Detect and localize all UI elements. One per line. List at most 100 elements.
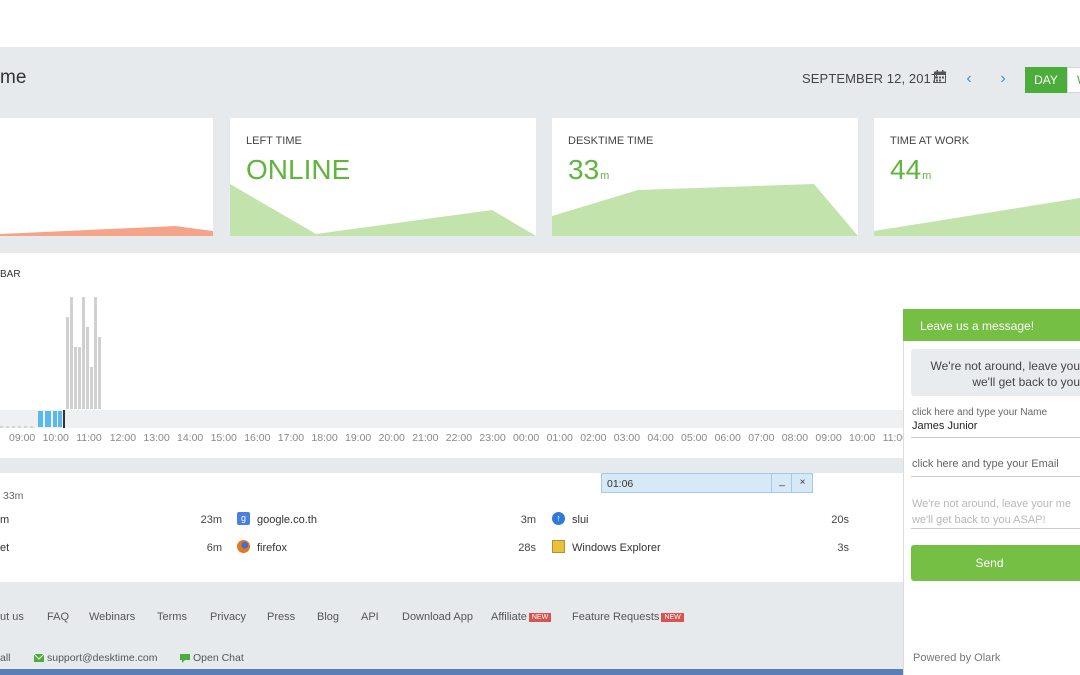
windows-explorer-icon <box>552 540 565 553</box>
footer-link-webinars[interactable]: Webinars <box>89 611 135 623</box>
footer-link-about[interactable]: ut us <box>0 611 24 623</box>
activity-bar <box>70 297 73 409</box>
active-segment <box>45 411 51 427</box>
activity-bar <box>66 317 69 409</box>
timeline-hour-label: 06:00 <box>714 432 741 444</box>
chat-notice: We're not around, leave you we'll get bac… <box>930 359 1080 389</box>
timeline-hour-label: 11:00 <box>76 432 102 444</box>
timeline-hour-label: 18:00 <box>311 432 338 444</box>
activity-bar <box>78 347 81 409</box>
activity-bar <box>94 297 97 409</box>
chat-icon <box>180 654 190 663</box>
timeline-hour-label: 22:00 <box>445 432 473 444</box>
card-label: TIME AT WORK <box>890 135 970 147</box>
app-name: m <box>0 514 10 526</box>
stat-card-arrival <box>0 118 213 236</box>
card-label: DESKTIME TIME <box>568 135 654 147</box>
timeline-hour-label: 20:00 <box>378 432 405 444</box>
app-name[interactable]: firefox <box>257 542 287 554</box>
app-time: 28s <box>518 542 536 554</box>
calendar-icon[interactable] <box>934 70 946 83</box>
card-value: ONLINE <box>246 154 351 185</box>
activity-bar <box>98 337 101 409</box>
timeline-hour-label: 13:00 <box>143 432 170 444</box>
date-label[interactable]: SEPTEMBER 12, 2017 <box>802 71 938 86</box>
timeline-hour-label: 17:00 <box>277 432 305 444</box>
week-view-button[interactable]: W <box>1067 67 1080 93</box>
activity-bar <box>90 367 93 409</box>
google-icon: g <box>237 512 250 525</box>
timeline-hour-label: 04:00 <box>647 432 674 444</box>
app-name[interactable]: slui <box>572 514 589 526</box>
footer-link-api[interactable]: API <box>361 611 379 623</box>
timeline-hour-label: 07:00 <box>748 432 775 444</box>
app-time: 3s <box>837 542 849 554</box>
name-field-underline <box>911 437 1080 438</box>
footer-link-blog[interactable]: Blog <box>317 611 339 623</box>
timeline-hour-label: 19:00 <box>345 432 372 444</box>
timeline-hour-label: 05:00 <box>681 432 708 444</box>
timeline-hour-label: 21:00 <box>412 432 439 444</box>
footer-link-terms[interactable]: Terms <box>157 611 187 623</box>
activity-bar <box>86 327 89 409</box>
message-field[interactable]: We're not around, leave your me we'll get… <box>912 496 1080 528</box>
card-value: 44m <box>890 154 932 185</box>
footer-open-chat[interactable]: Open Chat <box>193 652 244 664</box>
timeline-hour-label: 03:00 <box>613 432 641 444</box>
app-time: 23m <box>200 514 222 526</box>
footer-link-press[interactable]: Press <box>267 611 295 623</box>
email-field-underline <box>911 476 1080 477</box>
footer-contact-call[interactable]: all <box>0 652 11 664</box>
arrival-chart <box>0 226 213 236</box>
name-caption: click here and type your Name <box>912 407 1048 418</box>
close-icon[interactable]: × <box>791 474 813 492</box>
timeline-hour-label: 09:00 <box>9 432 36 444</box>
send-button[interactable]: Send <box>911 545 1080 581</box>
slui-icon: ↑ <box>552 512 565 525</box>
app-name: et <box>0 542 10 554</box>
footer-link-feature-requests[interactable]: Feature Requests NEW <box>572 611 684 623</box>
timeline-label: BAR <box>0 269 21 280</box>
timeline-hour-label: 12:00 <box>109 432 137 444</box>
footer-link-download-app[interactable]: Download App <box>402 611 473 623</box>
timeline-hour-label: 01:00 <box>546 432 573 444</box>
activity-bar <box>74 347 77 409</box>
minimize-icon[interactable]: _ <box>771 474 792 492</box>
timeline-hour-label: 09:00 <box>815 432 842 444</box>
active-segment <box>38 411 43 427</box>
activity-bar <box>82 297 85 409</box>
timeline-hour-label: 10:00 <box>849 432 876 444</box>
chat-title[interactable]: Leave us a message! <box>920 319 1034 333</box>
app-time: 20s <box>831 514 849 526</box>
footer-link-faq[interactable]: FAQ <box>47 611 69 623</box>
email-icon <box>34 654 44 662</box>
timeline-hour-label: 08:00 <box>781 432 809 444</box>
timeline-hour-label: 15:00 <box>210 432 237 444</box>
timeline-hour-label: 23:00 <box>479 432 506 444</box>
timeline-hour-label: 00:00 <box>513 432 540 444</box>
new-badge: NEW <box>528 613 552 622</box>
email-field[interactable]: click here and type your Email <box>912 458 1059 470</box>
current-time-marker <box>63 410 65 428</box>
timeline-hour-label: 02:00 <box>580 432 607 444</box>
powered-by-olark[interactable]: Powered by Olark <box>913 652 1000 664</box>
stat-card-desktime-time: DESKTIME TIME 33m <box>552 118 858 236</box>
footer-contact-email[interactable]: support@desktime.com <box>47 652 157 664</box>
day-view-button[interactable]: DAY <box>1025 67 1067 93</box>
footer-link-affiliate[interactable]: Affiliate NEW <box>491 611 552 623</box>
app-name[interactable]: google.co.th <box>257 514 317 526</box>
name-field[interactable]: James Junior <box>912 420 977 432</box>
firefox-icon <box>237 540 250 553</box>
footer-link-privacy[interactable]: Privacy <box>210 611 246 623</box>
next-day-button[interactable]: › <box>994 70 1012 88</box>
message-field-underline <box>911 528 1080 529</box>
stat-card-time-at-work: TIME AT WORK 44m <box>874 118 1080 236</box>
card-value: 33m <box>568 154 610 185</box>
app-time: 6m <box>206 542 222 554</box>
active-segment <box>58 411 62 427</box>
previous-day-button[interactable]: ‹ <box>960 70 978 88</box>
timeline-hour-label: 14:00 <box>177 432 204 444</box>
new-badge: NEW <box>661 613 684 622</box>
app-name[interactable]: Windows Explorer <box>572 542 661 554</box>
page-title: me <box>0 67 27 88</box>
